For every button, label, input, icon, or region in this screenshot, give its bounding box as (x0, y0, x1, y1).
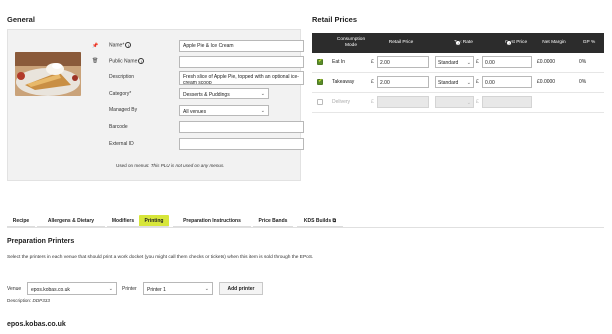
tax-rate-select[interactable]: ⌄ (435, 96, 474, 108)
chevron-down-icon: ⌄ (466, 59, 471, 66)
tab-preparation-instructions[interactable]: Preparation Instructions (173, 215, 251, 227)
external-id-input[interactable] (179, 138, 304, 150)
chevron-down-icon: ⌄ (466, 79, 471, 86)
table-row: Eat In £ 2.00 Standard⌄ £ 0.00 £0.0000 0… (312, 53, 604, 73)
info-icon[interactable]: i (506, 40, 512, 46)
gp-value: 0% (579, 59, 587, 65)
chevron-down-icon: ⌄ (260, 108, 265, 114)
currency-symbol: £ (476, 79, 479, 85)
chevron-down-icon: ⌄ (108, 286, 113, 292)
net-margin-value: £0.0000 (537, 79, 556, 85)
currency-symbol: £ (476, 99, 479, 105)
currency-symbol: £ (371, 99, 374, 105)
venue-heading: epos.kobas.co.uk (7, 321, 66, 328)
table-row: Takeaway £ 2.00 Standard⌄ £ 0.00 £0.0000… (312, 73, 604, 93)
info-icon[interactable]: i (455, 40, 461, 46)
eat-in-checkbox[interactable] (317, 59, 323, 65)
external-link-icon: ⧉ (332, 218, 337, 224)
info-icon[interactable]: i (138, 58, 145, 64)
general-panel: 📌 🗑 Name* i Apple Pie & Ice Cream Public … (7, 29, 304, 181)
pin-icon[interactable]: 📌 (92, 43, 98, 49)
printing-intro-text: Select the printers in each venue that s… (7, 255, 314, 260)
col-consumption-mode: Consumption Mode (336, 37, 366, 48)
category-label: Category* (109, 91, 132, 97)
printer-select[interactable]: Printer 1 ⌄ (143, 282, 213, 295)
name-label: Name* i (109, 42, 132, 48)
currency-symbol: £ (371, 59, 374, 65)
mode-label: Eat In (332, 59, 346, 65)
table-row: Delivery £ ⌄ £ (312, 93, 604, 113)
description-textarea[interactable]: Fresh slice of Apple Pie, topped with an… (179, 71, 304, 85)
preparation-printers-heading: Preparation Printers (7, 238, 75, 245)
barcode-label: Barcode (109, 124, 128, 130)
retail-prices-title: Retail Prices (312, 15, 358, 24)
tab-printing[interactable]: Printing (139, 215, 169, 227)
col-net-margin: Net Margin (542, 40, 566, 45)
chevron-down-icon: ⌄ (466, 99, 471, 106)
tab-allergens-dietary[interactable]: Allergens & Dietary (37, 215, 105, 227)
used-on-menus: Used on menus: This PLU is not used on a… (116, 163, 225, 168)
mode-label: Delivery (332, 99, 351, 105)
printer-description: Description: DDP333 (7, 298, 50, 303)
category-select[interactable]: Desserts & Puddings ⌄ (179, 88, 269, 99)
product-photo[interactable] (15, 52, 81, 96)
venue-label: Venue (7, 286, 22, 292)
public-name-input[interactable] (179, 56, 304, 68)
net-margin-value: £0.0000 (537, 59, 556, 65)
description-label: Description (109, 74, 135, 80)
tab-kds-builds[interactable]: KDS Builds ⧉ (297, 215, 343, 227)
cost-price-input[interactable]: 0.00 (482, 56, 532, 68)
tab-recipe[interactable]: Recipe (7, 215, 35, 227)
tax-rate-select[interactable]: Standard ⌄ (435, 56, 474, 68)
retail-price-input[interactable]: 2.00 (377, 76, 429, 88)
currency-symbol: £ (476, 59, 479, 65)
managed-by-select[interactable]: All venues ⌄ (179, 105, 269, 116)
cost-price-input[interactable] (482, 96, 532, 108)
mode-label: Takeaway (332, 79, 355, 85)
takeaway-checkbox[interactable] (317, 79, 323, 85)
managed-by-label: Managed By (109, 107, 138, 113)
table-header: Consumption Mode Retail Price Tax Rate i… (312, 33, 604, 53)
retail-price-input[interactable]: 2.00 (377, 56, 429, 68)
external-id-label: External ID (109, 141, 134, 147)
general-title: General (7, 15, 35, 24)
retail-price-input[interactable] (377, 96, 429, 108)
col-retail-price: Retail Price (388, 40, 414, 45)
printer-label: Printer (122, 286, 137, 292)
currency-symbol: £ (371, 79, 374, 85)
tab-price-bands[interactable]: Price Bands (253, 215, 293, 227)
delete-photo-icon[interactable]: 🗑 (92, 58, 98, 64)
public-name-label: Public Name i (109, 58, 145, 64)
name-input[interactable]: Apple Pie & Ice Cream (179, 40, 304, 52)
barcode-input[interactable] (179, 121, 304, 133)
tax-rate-select[interactable]: Standard ⌄ (435, 76, 474, 88)
col-gp: GP % (582, 40, 596, 45)
gp-value: 0% (579, 79, 587, 85)
delivery-checkbox[interactable] (317, 99, 323, 105)
info-icon[interactable]: i (125, 42, 132, 48)
tab-modifiers[interactable]: Modifiers (107, 215, 139, 227)
chevron-down-icon: ⌄ (260, 91, 265, 97)
add-printer-button[interactable]: Add printer (219, 282, 263, 295)
venue-select[interactable]: epos.kobas.co.uk ⌄ (27, 282, 117, 295)
tabs-divider (7, 227, 604, 228)
cost-price-input[interactable]: 0.00 (482, 76, 532, 88)
chevron-down-icon: ⌄ (204, 286, 209, 292)
